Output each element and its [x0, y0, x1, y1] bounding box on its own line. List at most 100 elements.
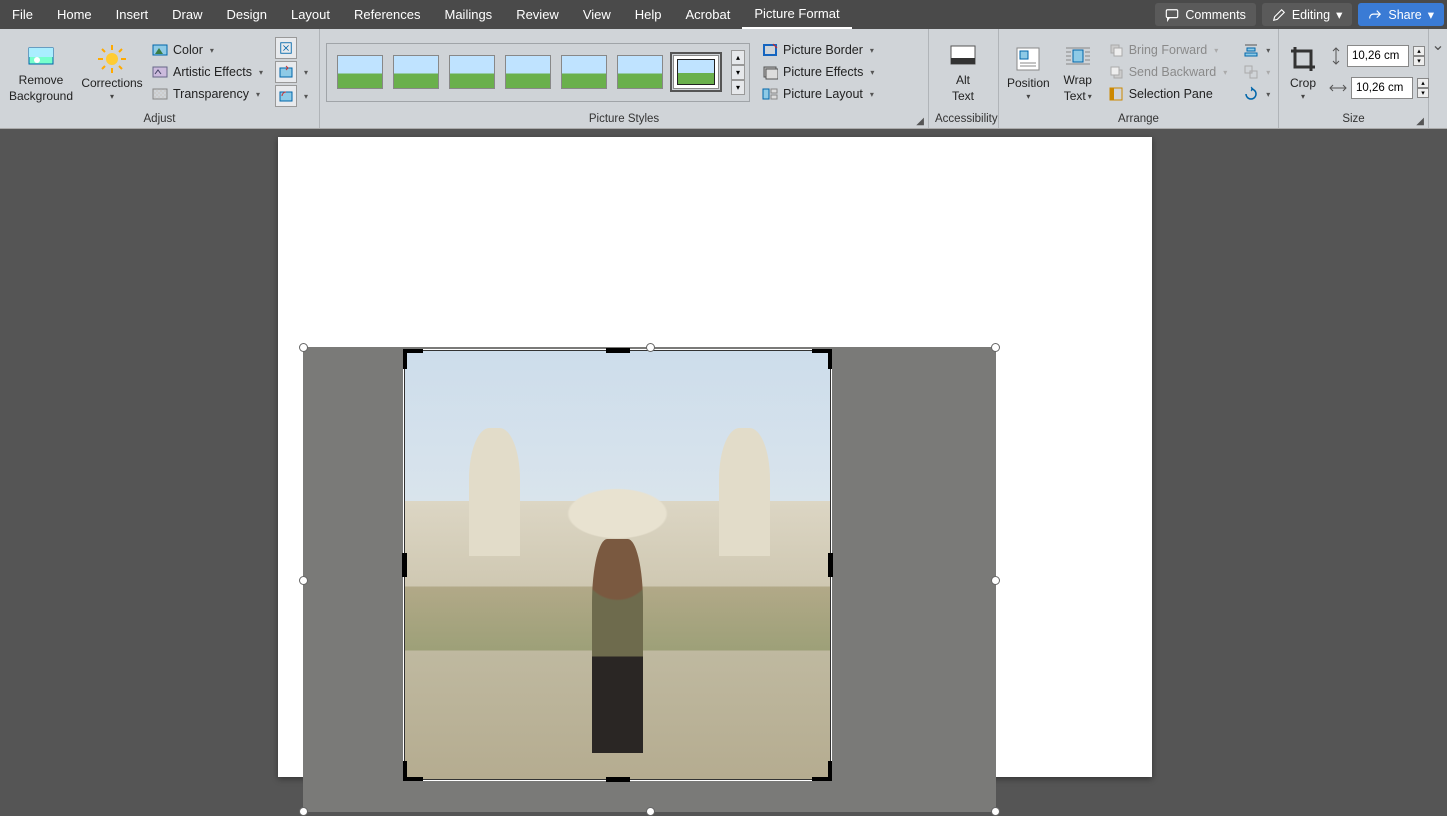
tab-acrobat[interactable]: Acrobat: [674, 0, 743, 29]
tab-layout[interactable]: Layout: [279, 0, 342, 29]
crop-handle-right[interactable]: [828, 553, 833, 577]
chevron-down-icon: ▾: [1266, 68, 1270, 77]
image-crop-region[interactable]: [404, 350, 831, 780]
tab-help[interactable]: Help: [623, 0, 674, 29]
width-icon: [1329, 81, 1347, 95]
picture-layout-button[interactable]: Picture Layout▾: [758, 84, 878, 104]
ribbon: Remove Background Corrections ▾ Color▾ A…: [0, 29, 1447, 129]
crop-handle-left[interactable]: [402, 553, 407, 577]
group-size: Crop ▾ 10,26 cm ▴▾ 10,26 cm ▴▾ Size◢: [1279, 29, 1429, 128]
remove-bg-line2: Background: [9, 90, 73, 104]
comments-label: Comments: [1185, 8, 1245, 22]
size-dialog-launcher[interactable]: ◢: [1416, 116, 1424, 127]
document-workspace: [0, 129, 1447, 778]
adjust-col-1: Color▾ Artistic Effects▾ Transparency▾: [148, 40, 267, 104]
menu-bar: File Home Insert Draw Design Layout Refe…: [0, 0, 1447, 29]
tab-picture-format[interactable]: Picture Format: [742, 0, 851, 29]
alt-text-button[interactable]: Alt Text: [935, 36, 991, 108]
crop-handle-tr[interactable]: [812, 349, 832, 369]
style-thumb-1[interactable]: [337, 55, 383, 89]
crop-handle-tl[interactable]: [403, 349, 423, 369]
collapse-ribbon-button[interactable]: ⌄: [1429, 29, 1447, 128]
tab-home[interactable]: Home: [45, 0, 104, 29]
crop-icon: [1287, 43, 1319, 75]
crop-handle-br[interactable]: [812, 761, 832, 781]
selection-handle-tr[interactable]: [991, 343, 1000, 352]
tab-insert[interactable]: Insert: [104, 0, 161, 29]
artistic-effects-button[interactable]: Artistic Effects▾: [148, 62, 267, 82]
height-down-button[interactable]: ▾: [1413, 56, 1425, 66]
compress-icon: [279, 41, 293, 55]
position-label: Position: [1007, 77, 1050, 91]
change-picture-button[interactable]: ▾: [275, 61, 308, 83]
adjust-col-2: ▾ ▾: [275, 37, 308, 107]
group-label-arrange: Arrange: [1005, 113, 1272, 127]
chevron-down-icon: ▾: [256, 90, 260, 99]
selection-handle-l[interactable]: [299, 576, 308, 585]
tab-draw[interactable]: Draw: [160, 0, 214, 29]
selection-handle-r[interactable]: [991, 576, 1000, 585]
styles-buttons-col: Picture Border▾ Picture Effects▾ Picture…: [758, 40, 878, 104]
corrections-label: Corrections: [81, 77, 142, 91]
rotate-button[interactable]: ▾: [1239, 84, 1274, 104]
tab-file[interactable]: File: [0, 0, 45, 29]
picture-border-button[interactable]: Picture Border▾: [758, 40, 878, 60]
gallery-down-button[interactable]: ▾: [731, 65, 745, 80]
selection-handle-b[interactable]: [646, 807, 655, 816]
selection-handle-bl[interactable]: [299, 807, 308, 816]
style-thumb-4[interactable]: [505, 55, 551, 89]
image-content: [592, 539, 643, 753]
width-up-button[interactable]: ▴: [1417, 78, 1429, 88]
picture-effects-button[interactable]: Picture Effects▾: [758, 62, 878, 82]
height-up-button[interactable]: ▴: [1413, 46, 1425, 56]
tab-view[interactable]: View: [571, 0, 623, 29]
share-button[interactable]: Share ▾: [1358, 3, 1444, 26]
picture-border-icon: [762, 42, 778, 58]
tab-design[interactable]: Design: [215, 0, 279, 29]
height-control: 10,26 cm ▴▾: [1329, 45, 1429, 67]
color-button[interactable]: Color▾: [148, 40, 267, 60]
selection-handle-br[interactable]: [991, 807, 1000, 816]
compress-pictures-button[interactable]: [275, 37, 297, 59]
align-button[interactable]: ▾: [1239, 40, 1274, 60]
gallery-more-button[interactable]: ▾: [731, 80, 745, 95]
chevron-down-icon: ▾: [870, 90, 874, 99]
corrections-button[interactable]: Corrections ▾: [84, 39, 140, 106]
crop-handle-bl[interactable]: [403, 761, 423, 781]
chevron-down-icon: ▾: [1223, 68, 1227, 77]
chevron-down-icon: ▾: [870, 68, 874, 77]
styles-dialog-launcher[interactable]: ◢: [916, 116, 924, 127]
style-thumb-3[interactable]: [449, 55, 495, 89]
position-button[interactable]: Position ▾: [1005, 39, 1052, 106]
transparency-button[interactable]: Transparency▾: [148, 84, 267, 104]
reset-picture-button[interactable]: ▾: [275, 85, 308, 107]
height-input[interactable]: 10,26 cm: [1347, 45, 1409, 67]
comment-icon: [1165, 8, 1179, 22]
editing-mode-button[interactable]: Editing ▾: [1262, 3, 1353, 26]
tab-review[interactable]: Review: [504, 0, 571, 29]
style-thumb-2[interactable]: [393, 55, 439, 89]
group-adjust: Remove Background Corrections ▾ Color▾ A…: [0, 29, 320, 128]
remove-background-button[interactable]: Remove Background: [6, 36, 76, 108]
selection-handle-tl[interactable]: [299, 343, 308, 352]
crop-button[interactable]: Crop ▾: [1285, 39, 1321, 106]
selection-pane-button[interactable]: Selection Pane: [1104, 84, 1232, 104]
comments-button[interactable]: Comments: [1155, 3, 1255, 26]
width-down-button[interactable]: ▾: [1417, 88, 1429, 98]
gallery-up-button[interactable]: ▴: [731, 50, 745, 65]
alt-text-line2: Text: [952, 90, 974, 104]
tab-mailings[interactable]: Mailings: [433, 0, 505, 29]
width-input[interactable]: 10,26 cm: [1351, 77, 1413, 99]
style-thumb-6[interactable]: [617, 55, 663, 89]
wrap-text-button[interactable]: Wrap Text▾: [1060, 36, 1096, 108]
tab-references[interactable]: References: [342, 0, 432, 29]
position-icon: [1012, 43, 1044, 75]
crop-handle-top[interactable]: [606, 348, 630, 353]
selection-handle-t[interactable]: [646, 343, 655, 352]
style-thumb-7[interactable]: [673, 55, 719, 89]
wrap-text-icon: [1062, 40, 1094, 72]
selected-image[interactable]: [303, 347, 996, 812]
editing-label: Editing: [1292, 8, 1330, 22]
sun-icon: [96, 43, 128, 75]
style-thumb-5[interactable]: [561, 55, 607, 89]
